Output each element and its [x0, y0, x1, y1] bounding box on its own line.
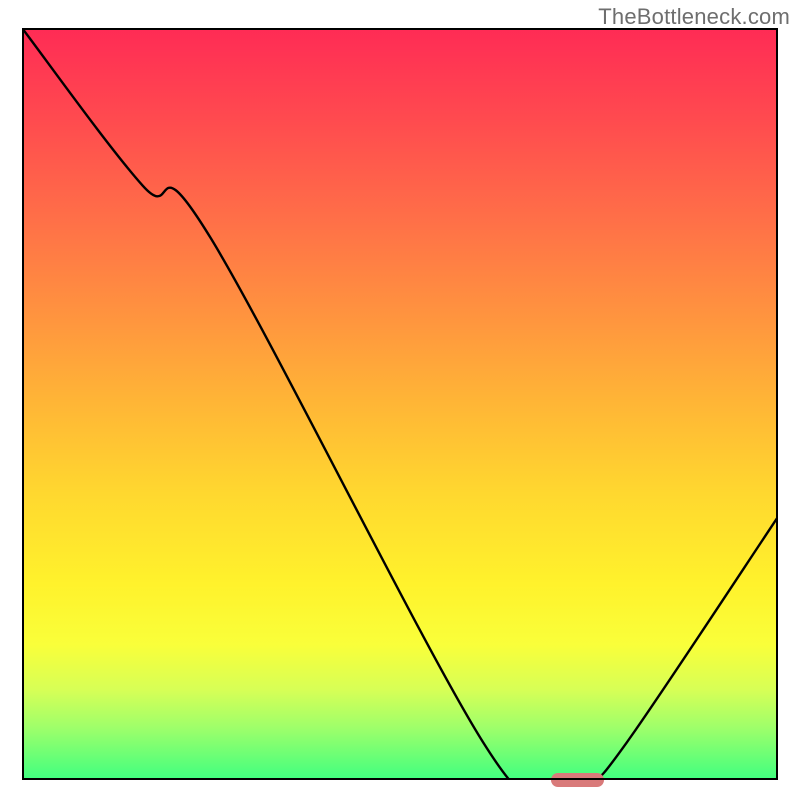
minimum-marker: [551, 773, 604, 787]
background-gradient: [22, 28, 778, 780]
plot-area: [22, 28, 778, 780]
watermark-text: TheBottleneck.com: [598, 4, 790, 30]
chart-frame: TheBottleneck.com: [0, 0, 800, 800]
